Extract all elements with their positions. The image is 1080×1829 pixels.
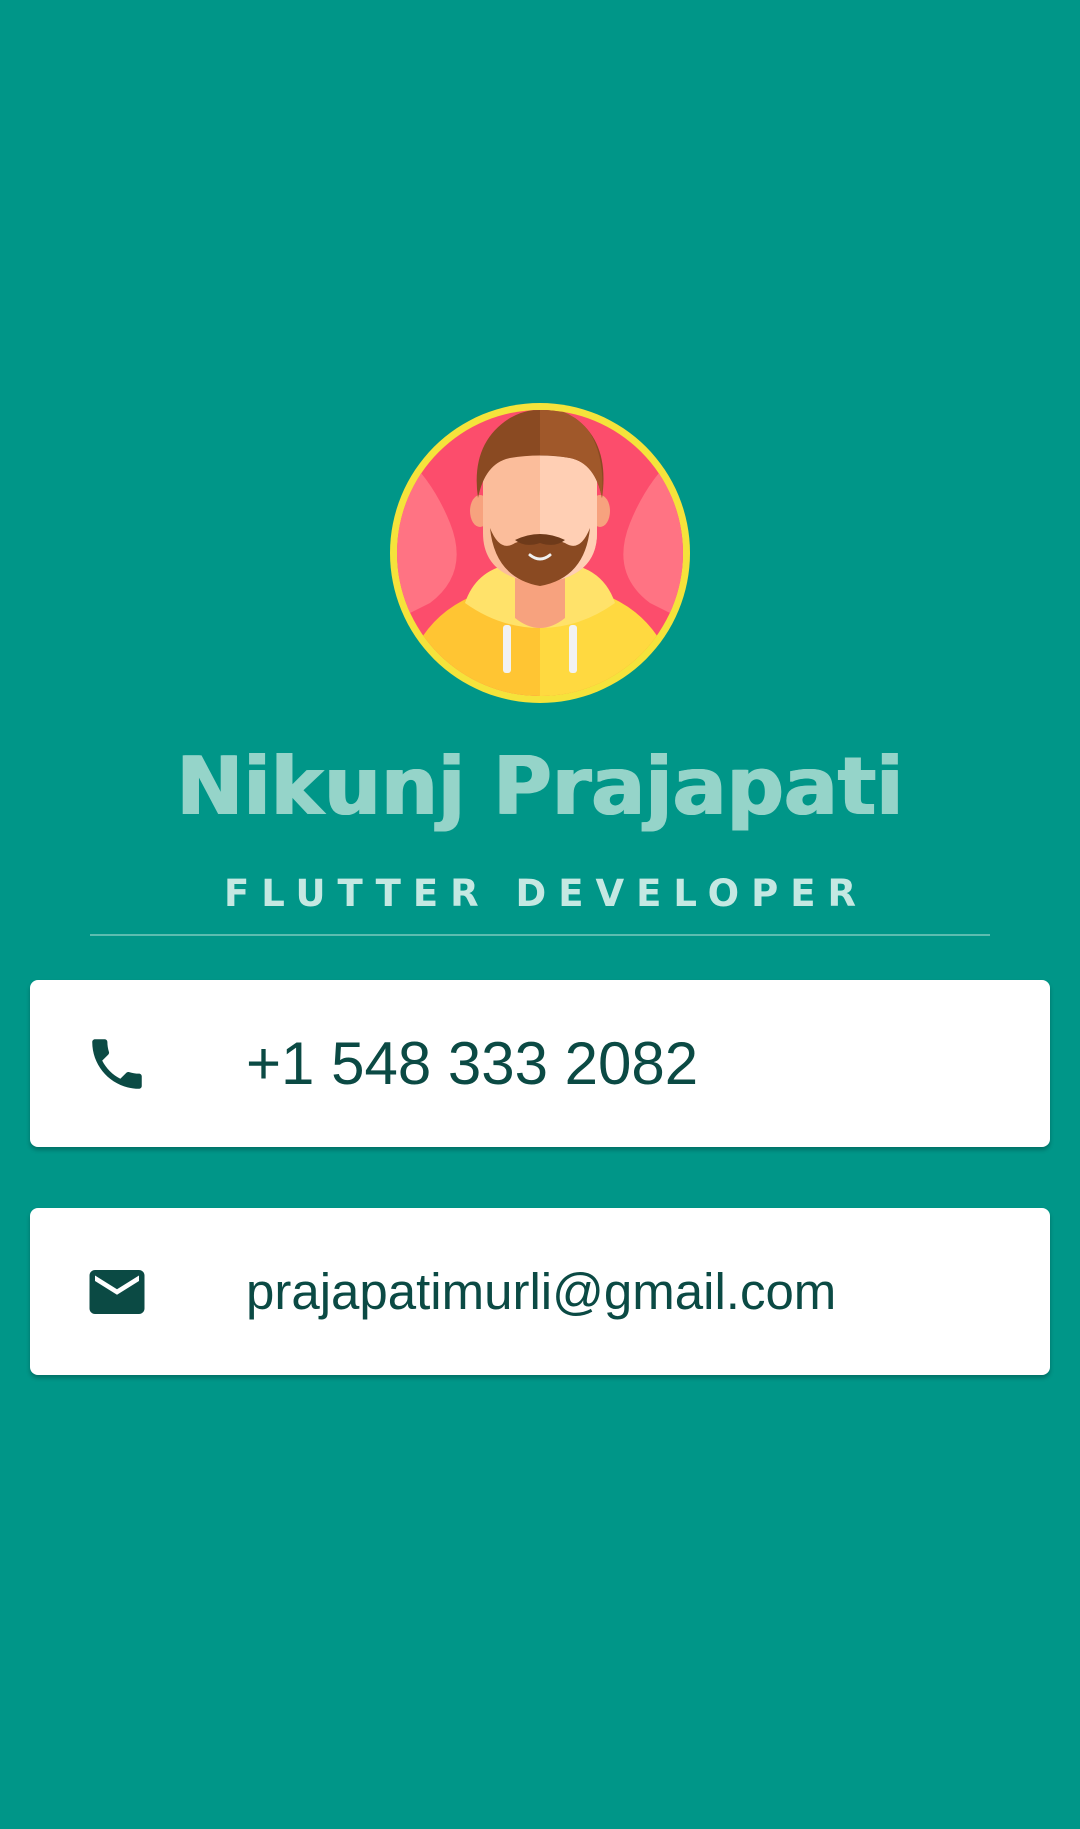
mail-icon: [84, 1259, 150, 1325]
profile-avatar: [390, 403, 690, 703]
profile-title: FLUTTER DEVELOPER: [223, 872, 869, 915]
divider: [90, 934, 990, 936]
phone-card[interactable]: +1 548 333 2082: [30, 980, 1050, 1147]
phone-number: +1 548 333 2082: [246, 1030, 699, 1097]
bearded-man-avatar-icon: [390, 403, 690, 703]
profile-name: Nikunj Prajapati: [176, 740, 904, 833]
email-card[interactable]: prajapatimurli@gmail.com: [30, 1208, 1050, 1375]
phone-icon: [84, 1031, 150, 1097]
email-address: prajapatimurli@gmail.com: [246, 1263, 837, 1320]
